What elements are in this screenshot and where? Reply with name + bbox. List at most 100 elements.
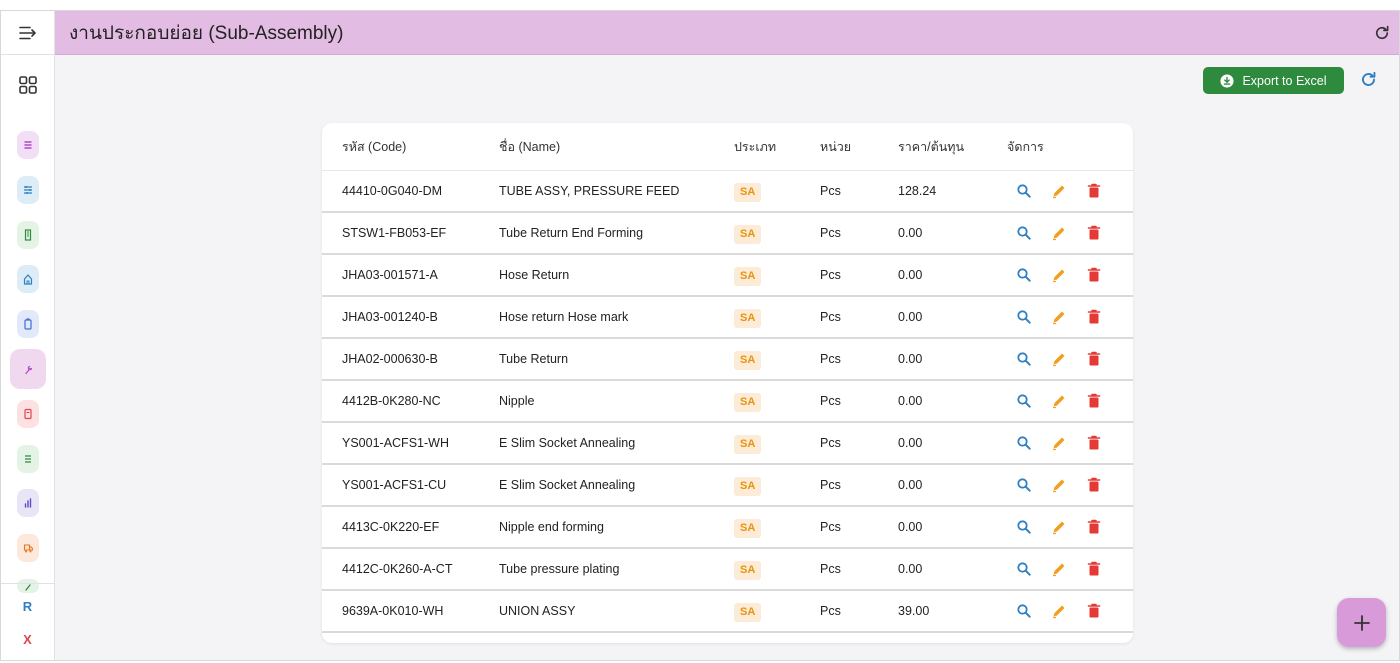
delete-icon[interactable] bbox=[1086, 435, 1102, 451]
cell-price: 0.00 bbox=[898, 226, 923, 240]
table-row: 4413C-0K220-EF Nipple end forming SA Pcs 0.0… bbox=[322, 507, 1133, 549]
sub-assembly-table: รหัส (Code) ชื่อ (Name) ประเภท หน่วย ราค… bbox=[322, 123, 1133, 643]
edit-icon[interactable] bbox=[1051, 183, 1067, 199]
cell-code: JHA03-001571-A bbox=[342, 268, 438, 282]
home-icon bbox=[23, 274, 33, 285]
view-icon[interactable] bbox=[1016, 309, 1032, 325]
sidebar-item-checklist[interactable] bbox=[17, 444, 39, 473]
cell-price: 0.00 bbox=[898, 562, 923, 576]
clipboard-icon bbox=[24, 318, 32, 330]
delete-icon[interactable] bbox=[1086, 561, 1102, 577]
sidebar-item-truck[interactable] bbox=[17, 534, 39, 563]
cell-name: TUBE ASSY, PRESSURE FEED bbox=[499, 184, 680, 198]
edit-icon[interactable] bbox=[1051, 393, 1067, 409]
cell-code: YS001-ACFS1-WH bbox=[342, 436, 449, 450]
cell-price: 0.00 bbox=[898, 268, 923, 282]
sidebar-letter-r[interactable]: R bbox=[1, 599, 54, 614]
delete-icon[interactable] bbox=[1086, 603, 1102, 619]
sidebar-item-building[interactable] bbox=[17, 220, 39, 249]
delete-icon[interactable] bbox=[1086, 225, 1102, 241]
cell-unit: Pcs bbox=[820, 394, 841, 408]
cell-unit: Pcs bbox=[820, 604, 841, 618]
cell-name: Hose return Hose mark bbox=[499, 310, 629, 324]
add-item-button[interactable] bbox=[1337, 598, 1386, 647]
cell-unit: Pcs bbox=[820, 268, 841, 282]
cell-code: YS001-ACFS1-CU bbox=[342, 478, 447, 492]
view-icon[interactable] bbox=[1016, 435, 1032, 451]
view-icon[interactable] bbox=[1016, 561, 1032, 577]
plus-icon bbox=[1353, 614, 1370, 631]
sidebar-item-document[interactable] bbox=[17, 399, 39, 428]
sidebar-item-clipboard[interactable] bbox=[17, 310, 39, 339]
cell-price: 0.00 bbox=[898, 436, 923, 450]
delete-icon[interactable] bbox=[1086, 393, 1102, 409]
column-header-code: รหัส (Code) bbox=[342, 140, 407, 154]
sidebar-item-wrench[interactable] bbox=[10, 349, 46, 389]
download-icon bbox=[1220, 73, 1235, 88]
sidebar-item-list[interactable] bbox=[17, 131, 39, 159]
sidebar-item-bar-chart[interactable] bbox=[17, 489, 39, 518]
delete-icon[interactable] bbox=[1086, 267, 1102, 283]
type-badge: SA bbox=[734, 309, 762, 328]
view-icon[interactable] bbox=[1016, 267, 1032, 283]
sidebar-letter-x[interactable]: X bbox=[1, 632, 54, 647]
edit-icon[interactable] bbox=[1051, 519, 1067, 535]
type-badge: SA bbox=[734, 561, 762, 580]
building-icon bbox=[24, 228, 32, 241]
edit-icon[interactable] bbox=[1051, 225, 1067, 241]
edit-icon[interactable] bbox=[1051, 435, 1067, 451]
cell-code: 44410-0G040-DM bbox=[342, 184, 443, 198]
table-row: JHA03-001240-B Hose return Hose mark SA Pcs… bbox=[322, 297, 1133, 339]
edit-icon[interactable] bbox=[1051, 267, 1067, 283]
list-icon bbox=[24, 141, 32, 149]
cell-price: 0.00 bbox=[898, 394, 923, 408]
delete-icon[interactable] bbox=[1086, 309, 1102, 325]
type-badge: SA bbox=[734, 183, 762, 202]
view-icon[interactable] bbox=[1016, 477, 1032, 493]
sidebar-item-sliders[interactable] bbox=[17, 175, 39, 204]
view-icon[interactable] bbox=[1016, 183, 1032, 199]
edit-icon[interactable] bbox=[1051, 309, 1067, 325]
refresh-icon[interactable] bbox=[1373, 24, 1391, 42]
truck-icon bbox=[23, 544, 33, 553]
column-header-type: ประเภท bbox=[734, 140, 777, 154]
cell-price: 39.00 bbox=[898, 604, 930, 618]
tool-icon bbox=[25, 584, 31, 591]
edit-icon[interactable] bbox=[1051, 477, 1067, 493]
view-icon[interactable] bbox=[1016, 351, 1032, 367]
reload-table-icon[interactable] bbox=[1359, 70, 1378, 89]
cell-unit: Pcs bbox=[820, 436, 841, 450]
type-badge: SA bbox=[734, 435, 762, 454]
cell-type: SA bbox=[734, 339, 762, 379]
type-badge: SA bbox=[734, 351, 762, 370]
menu-toggle-button[interactable] bbox=[1, 11, 54, 55]
view-icon[interactable] bbox=[1016, 519, 1032, 535]
cell-code: 4413C-0K220-EF bbox=[342, 520, 440, 534]
type-badge: SA bbox=[734, 393, 762, 412]
dashboard-icon[interactable] bbox=[18, 75, 38, 95]
view-icon[interactable] bbox=[1016, 603, 1032, 619]
delete-icon[interactable] bbox=[1086, 351, 1102, 367]
view-icon[interactable] bbox=[1016, 393, 1032, 409]
view-icon[interactable] bbox=[1016, 225, 1032, 241]
cell-type: SA bbox=[734, 213, 762, 253]
export-excel-button[interactable]: Export to Excel bbox=[1203, 67, 1344, 94]
delete-icon[interactable] bbox=[1086, 183, 1102, 199]
cell-code: JHA02-000630-B bbox=[342, 352, 438, 366]
sidebar-item-tool[interactable] bbox=[17, 579, 39, 593]
edit-icon[interactable] bbox=[1051, 603, 1067, 619]
edit-icon[interactable] bbox=[1051, 561, 1067, 577]
cell-type: SA bbox=[734, 255, 762, 295]
column-header-actions: จัดการ bbox=[1007, 140, 1044, 154]
delete-icon[interactable] bbox=[1086, 477, 1102, 493]
delete-icon[interactable] bbox=[1086, 519, 1102, 535]
edit-icon[interactable] bbox=[1051, 351, 1067, 367]
cell-name: E Slim Socket Annealing bbox=[499, 478, 636, 492]
app-frame: R X งานประกอบย่อย (Sub-Assembly) Export … bbox=[0, 10, 1400, 661]
cell-name: Tube Return End Forming bbox=[499, 226, 644, 240]
type-badge: SA bbox=[734, 267, 762, 286]
sidebar-item-home[interactable] bbox=[17, 265, 39, 294]
cell-type: SA bbox=[734, 591, 762, 631]
cell-type: SA bbox=[734, 549, 762, 589]
table-row: YS001-ACFS1-WH E Slim Socket Annealing SA P… bbox=[322, 423, 1133, 465]
